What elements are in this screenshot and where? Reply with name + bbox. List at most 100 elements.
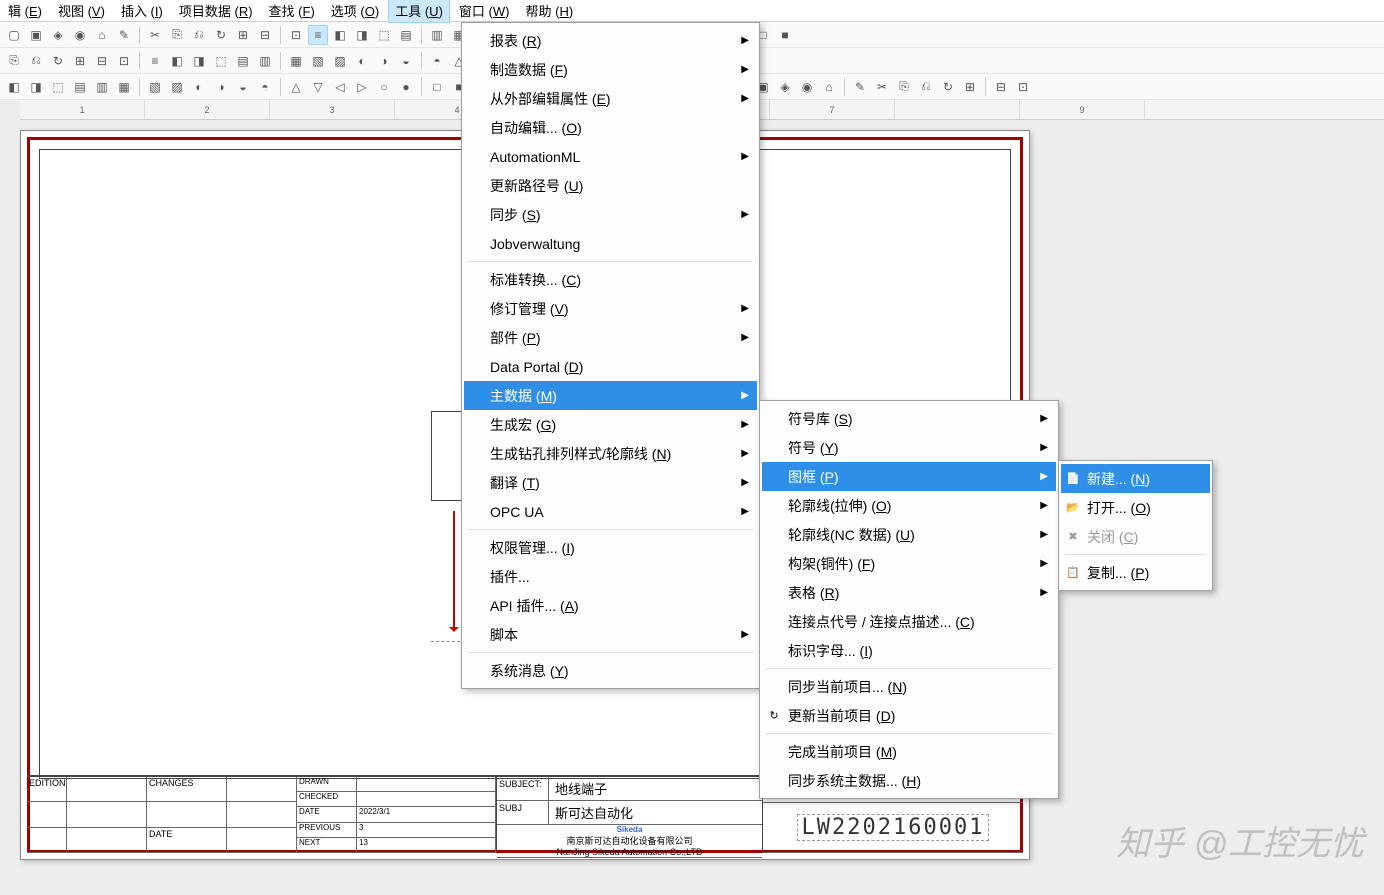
- toolbar-btn-2-18[interactable]: □: [427, 77, 447, 97]
- toolbar-btn-1-10[interactable]: ▤: [233, 51, 253, 71]
- toolbar-btn-2-12[interactable]: △: [286, 77, 306, 97]
- toolbar-btn-0-15[interactable]: ◨: [352, 25, 372, 45]
- menu-f[interactable]: 查找 (F): [263, 0, 321, 22]
- toolbar-btn-1-13[interactable]: ▧: [308, 51, 328, 71]
- toolbar-btn-2-34[interactable]: ◉: [797, 77, 817, 97]
- toolbar-btn-1-11[interactable]: ▥: [255, 51, 275, 71]
- toolbar-btn-0-17[interactable]: ▤: [396, 25, 416, 45]
- tools-item-7[interactable]: Jobverwaltung: [464, 229, 757, 258]
- toolbar-btn-1-5[interactable]: ⊡: [114, 51, 134, 71]
- masterdata-item-14[interactable]: 同步系统主数据... (H): [762, 766, 1056, 795]
- tools-item-24[interactable]: 系统消息 (Y): [464, 656, 757, 685]
- tools-item-1[interactable]: 制造数据 (F)▶: [464, 55, 757, 84]
- masterdata-item-8[interactable]: 标识字母... (I): [762, 636, 1056, 665]
- tools-item-11[interactable]: 部件 (P)▶: [464, 323, 757, 352]
- masterdata-item-0[interactable]: 符号库 (S)▶: [762, 404, 1056, 433]
- toolbar-btn-1-17[interactable]: ◒: [396, 51, 416, 71]
- menu-v[interactable]: 视图 (V): [52, 0, 111, 22]
- toolbar-btn-2-36[interactable]: ✎: [850, 77, 870, 97]
- toolbar-btn-1-12[interactable]: ▦: [286, 51, 306, 71]
- toolbar-btn-2-7[interactable]: ▨: [167, 77, 187, 97]
- menu-h[interactable]: 帮助 (H): [519, 0, 579, 22]
- plotframe-item-1[interactable]: 📂打开... (O): [1061, 493, 1210, 522]
- toolbar-btn-2-6[interactable]: ▧: [145, 77, 165, 97]
- menu-u[interactable]: 工具 (U): [389, 0, 449, 22]
- menu-w[interactable]: 窗口 (W): [453, 0, 516, 22]
- toolbar-btn-2-14[interactable]: ◁: [330, 77, 350, 97]
- toolbar-btn-1-14[interactable]: ▨: [330, 51, 350, 71]
- toolbar-btn-0-16[interactable]: ⬚: [374, 25, 394, 45]
- toolbar-btn-1-4[interactable]: ⊟: [92, 51, 112, 71]
- toolbar-btn-0-12[interactable]: ⊡: [286, 25, 306, 45]
- menu-o[interactable]: 选项 (O): [325, 0, 385, 22]
- masterdata-item-2[interactable]: 图框 (P)▶: [762, 462, 1056, 491]
- tools-item-13[interactable]: 主数据 (M)▶: [464, 381, 757, 410]
- masterdata-item-10[interactable]: 同步当前项目... (N): [762, 672, 1056, 701]
- tools-item-14[interactable]: 生成宏 (G)▶: [464, 410, 757, 439]
- toolbar-btn-2-0[interactable]: ◧: [4, 77, 24, 97]
- toolbar-btn-2-15[interactable]: ▷: [352, 77, 372, 97]
- tools-item-0[interactable]: 报表 (R)▶: [464, 26, 757, 55]
- masterdata-item-7[interactable]: 连接点代号 / 连接点描述... (C): [762, 607, 1056, 636]
- toolbar-btn-2-42[interactable]: ⊟: [991, 77, 1011, 97]
- toolbar-btn-2-35[interactable]: ⌂: [819, 77, 839, 97]
- tools-item-21[interactable]: API 插件... (A): [464, 591, 757, 620]
- tools-item-15[interactable]: 生成钻孔排列样式/轮廓线 (N)▶: [464, 439, 757, 468]
- toolbar-btn-1-9[interactable]: ⬚: [211, 51, 231, 71]
- toolbar-btn-1-18[interactable]: ◓: [427, 51, 447, 71]
- toolbar-btn-0-10[interactable]: ⊞: [233, 25, 253, 45]
- tools-item-12[interactable]: Data Portal (D): [464, 352, 757, 381]
- toolbar-btn-2-40[interactable]: ↻: [938, 77, 958, 97]
- toolbar-btn-2-2[interactable]: ⬚: [48, 77, 68, 97]
- tools-item-9[interactable]: 标准转换... (C): [464, 265, 757, 294]
- masterdata-item-11[interactable]: ↻更新当前项目 (D): [762, 701, 1056, 730]
- toolbar-btn-2-41[interactable]: ⊞: [960, 77, 980, 97]
- menu-r[interactable]: 项目数据 (R): [173, 0, 259, 22]
- masterdata-item-1[interactable]: 符号 (Y)▶: [762, 433, 1056, 462]
- toolbar-btn-1-15[interactable]: ◐: [352, 51, 372, 71]
- toolbar-btn-0-2[interactable]: ◈: [48, 25, 68, 45]
- masterdata-item-13[interactable]: 完成当前项目 (M): [762, 737, 1056, 766]
- toolbar-btn-0-14[interactable]: ◧: [330, 25, 350, 45]
- toolbar-btn-2-10[interactable]: ◒: [233, 77, 253, 97]
- toolbar-btn-0-18[interactable]: ▥: [427, 25, 447, 45]
- tools-item-10[interactable]: 修订管理 (V)▶: [464, 294, 757, 323]
- masterdata-item-6[interactable]: 表格 (R)▶: [762, 578, 1056, 607]
- tools-item-2[interactable]: 从外部编辑属性 (E)▶: [464, 84, 757, 113]
- toolbar-btn-2-16[interactable]: ○: [374, 77, 394, 97]
- toolbar-btn-1-3[interactable]: ⊞: [70, 51, 90, 71]
- toolbar-btn-2-39[interactable]: ⎌: [916, 77, 936, 97]
- toolbar-btn-2-38[interactable]: ⎘: [894, 77, 914, 97]
- tools-item-17[interactable]: OPC UA▶: [464, 497, 757, 526]
- toolbar-btn-2-37[interactable]: ✂: [872, 77, 892, 97]
- toolbar-btn-0-4[interactable]: ⌂: [92, 25, 112, 45]
- masterdata-item-5[interactable]: 构架(铜件) (F)▶: [762, 549, 1056, 578]
- toolbar-btn-2-3[interactable]: ▤: [70, 77, 90, 97]
- tools-item-19[interactable]: 权限管理... (I): [464, 533, 757, 562]
- toolbar-btn-2-43[interactable]: ⊡: [1013, 77, 1033, 97]
- tools-item-6[interactable]: 同步 (S)▶: [464, 200, 757, 229]
- toolbar-btn-2-8[interactable]: ◐: [189, 77, 209, 97]
- toolbar-btn-2-5[interactable]: ▦: [114, 77, 134, 97]
- tools-item-16[interactable]: 翻译 (T)▶: [464, 468, 757, 497]
- plotframe-item-4[interactable]: 📋复制... (P): [1061, 558, 1210, 587]
- toolbar-btn-0-9[interactable]: ↻: [211, 25, 231, 45]
- toolbar-btn-1-2[interactable]: ↻: [48, 51, 68, 71]
- toolbar-btn-0-33[interactable]: ■: [775, 25, 795, 45]
- toolbar-btn-0-5[interactable]: ✎: [114, 25, 134, 45]
- menu-i[interactable]: 插入 (I): [115, 0, 169, 22]
- toolbar-btn-1-7[interactable]: ◧: [167, 51, 187, 71]
- toolbar-btn-2-33[interactable]: ◈: [775, 77, 795, 97]
- toolbar-btn-0-1[interactable]: ▣: [26, 25, 46, 45]
- toolbar-btn-2-13[interactable]: ▽: [308, 77, 328, 97]
- toolbar-btn-2-9[interactable]: ◑: [211, 77, 231, 97]
- toolbar-btn-2-17[interactable]: ●: [396, 77, 416, 97]
- toolbar-btn-2-11[interactable]: ◓: [255, 77, 275, 97]
- toolbar-btn-0-8[interactable]: ⎌: [189, 25, 209, 45]
- toolbar-btn-1-0[interactable]: ⎘: [4, 51, 24, 71]
- masterdata-item-3[interactable]: 轮廓线(拉伸) (O)▶: [762, 491, 1056, 520]
- tools-item-20[interactable]: 插件...: [464, 562, 757, 591]
- toolbar-btn-0-11[interactable]: ⊟: [255, 25, 275, 45]
- masterdata-item-4[interactable]: 轮廓线(NC 数据) (U)▶: [762, 520, 1056, 549]
- toolbar-btn-1-16[interactable]: ◑: [374, 51, 394, 71]
